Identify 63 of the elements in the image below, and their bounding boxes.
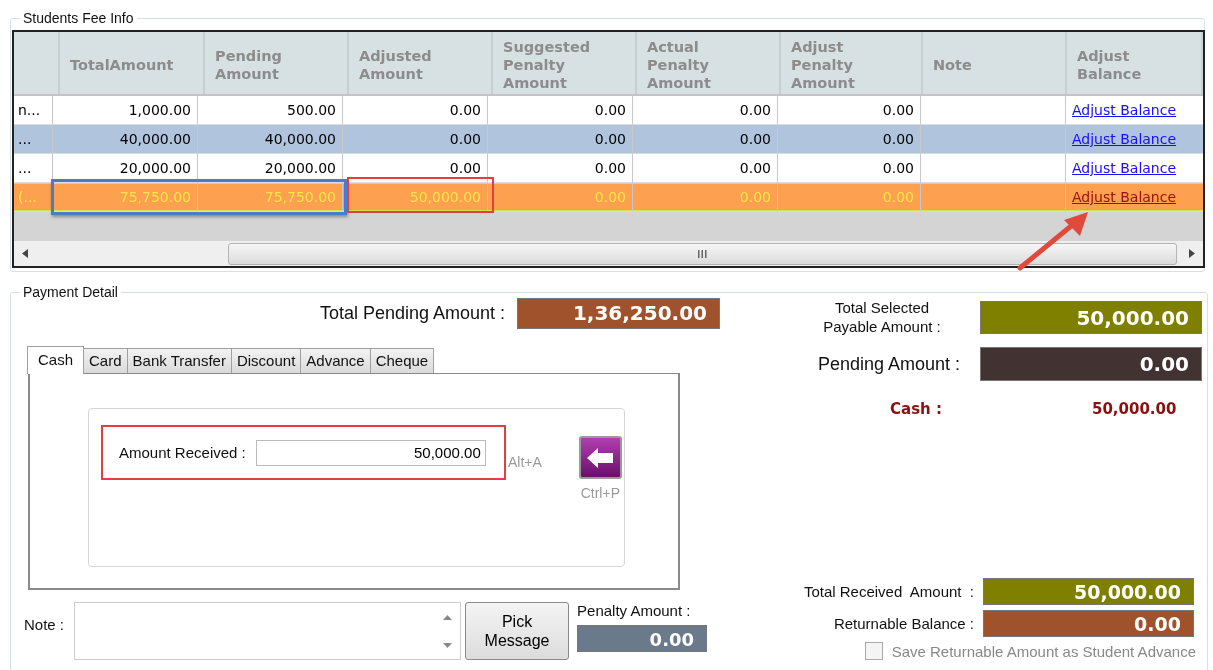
add-payment-button[interactable] (578, 436, 622, 479)
returnable-balance-label: Returnable Balance : (833, 615, 974, 632)
amount-received-label: Amount Received : (119, 444, 246, 461)
column-header: Actual Penalty Amount (646, 38, 712, 92)
table-cell: 0.00 (778, 183, 921, 212)
scroll-up-icon (443, 615, 453, 620)
left-arrow-icon (587, 447, 614, 468)
table-row[interactable]: ... 40,000.00 40,000.00 0.00 0.00 0.00 0.00 Adjust Balance (14, 125, 1203, 154)
column-header: Suggested Penalty Amount (502, 38, 592, 92)
note-label: Note : (24, 616, 65, 633)
column-header: Adjusted Amount (359, 47, 433, 83)
checkbox[interactable] (864, 642, 883, 660)
received-amount-value: 50,000.00 (983, 578, 1194, 605)
payment-tab[interactable]: Bank Transfer (126, 348, 232, 373)
payment-tab[interactable]: Discount (230, 348, 302, 373)
save-advance-label: Save Returnable Amount as Student Advance (891, 642, 1196, 660)
total-pending-value: 1,36,250.00 (517, 298, 720, 329)
penalty-amount-label: Penalty Amount : (577, 602, 692, 619)
note-field[interactable] (74, 602, 462, 660)
payment-tab[interactable]: Cheque (369, 348, 435, 373)
table-cell: 0.00 (488, 183, 633, 212)
scroll-left-icon[interactable] (22, 249, 28, 258)
column-header: Adjust Penalty Amount (790, 38, 856, 92)
payment-tab[interactable]: Advance (300, 348, 371, 373)
horizontal-scrollbar[interactable] (14, 241, 1203, 266)
payment-tab[interactable]: Cash (27, 346, 85, 374)
payment-tab[interactable]: Card (83, 348, 128, 373)
adjust-balance-link[interactable]: Adjust Balance (1072, 131, 1177, 147)
adjust-balance-link[interactable]: Adjust Balance (1072, 102, 1177, 118)
received-amount-label: Total Received Amount : (803, 583, 974, 600)
table-cell: 75,750.00 (198, 183, 343, 212)
scroll-down-icon (443, 643, 453, 648)
shortcut-hint: Ctrl+P (580, 485, 620, 501)
payable-amount-label: Total Selected Payable Amount : (822, 298, 942, 336)
table-cell: 0.00 (633, 183, 778, 212)
shortcut-hint: Alt+A (508, 454, 542, 470)
scrollbar-thumb[interactable] (228, 243, 1177, 265)
table-cell: (... (14, 183, 53, 212)
amount-received-field[interactable]: 50,000.00 (255, 439, 486, 466)
adjust-balance-link[interactable]: Adjust Balance (1072, 189, 1177, 205)
adjust-balance-link[interactable]: Adjust Balance (1072, 160, 1177, 176)
table-row[interactable]: ... 20,000.00 20,000.00 0.00 0.00 0.00 0.00 Adjust Balance (14, 154, 1203, 183)
cash-value: 50,000.00 (1091, 400, 1177, 418)
pending-amount-value: 0.00 (980, 347, 1202, 381)
penalty-amount-value: 0.00 (577, 625, 708, 652)
column-header: Pending Amount (215, 47, 283, 83)
table-cell: 50,000.00 (343, 183, 488, 212)
cash-label: Cash : (890, 400, 942, 418)
total-pending-label: Total Pending Amount : (319, 303, 505, 324)
scroll-right-icon[interactable] (1189, 249, 1195, 258)
table-row[interactable]: n... 1,000.00 500.00 0.00 0.00 0.00 0.00 Adjust Balance (14, 96, 1203, 125)
pick-message-button[interactable]: Pick Message (465, 602, 570, 660)
table-row[interactable]: (... 75,750.00 75,750.00 50,000.00 0.00 0.00 0.00 Adjust Balance (14, 183, 1203, 212)
column-header: TotalAmount (70, 56, 174, 74)
grip-icon (698, 250, 707, 258)
returnable-balance-value: 0.00 (983, 610, 1194, 637)
section-title: Payment Detail (20, 284, 121, 300)
column-header: Adjust Balance (1076, 47, 1143, 83)
pending-amount-label: Pending Amount : (817, 353, 960, 375)
table-cell: 75,750.00 (53, 183, 198, 212)
column-header: Note (932, 56, 972, 74)
section-title: Students Fee Info (20, 10, 137, 26)
payable-amount-value: 50,000.00 (980, 300, 1202, 334)
